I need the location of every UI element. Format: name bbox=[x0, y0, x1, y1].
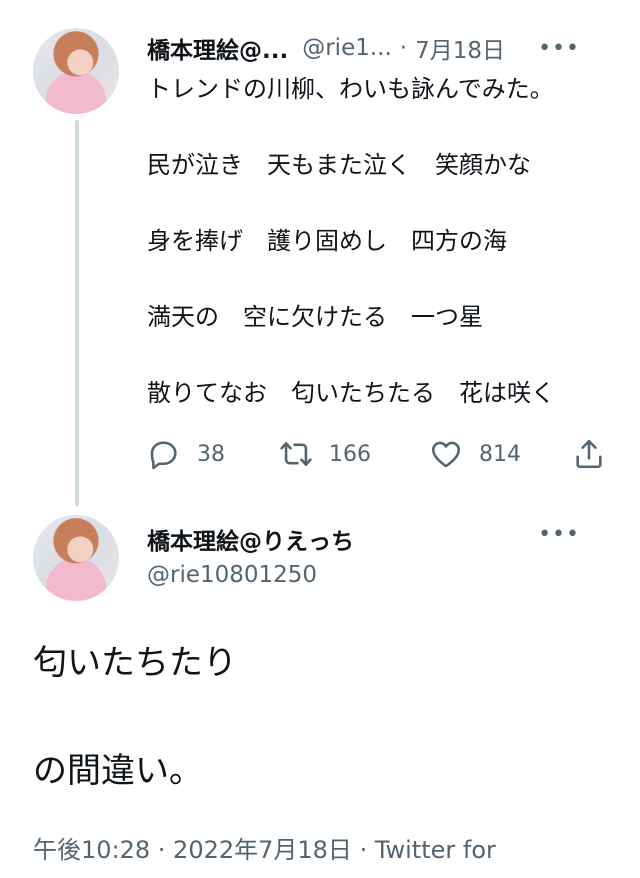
display-name[interactable]: 橋本理絵@りえっち bbox=[147, 529, 354, 555]
like-button[interactable]: 814 bbox=[429, 432, 521, 476]
tweet-actions: 38 166 814 bbox=[147, 432, 607, 476]
more-options-icon[interactable]: ••• bbox=[538, 36, 580, 61]
tweet-line: トレンドの川柳、わいも詠んでみた。 bbox=[147, 75, 554, 103]
speech-bubble-icon bbox=[150, 441, 177, 470]
tweet-text: 匂いたちたり の間違い。 bbox=[33, 636, 237, 798]
tweet-date[interactable]: 7月18日 bbox=[415, 31, 505, 65]
reply-button[interactable]: 38 bbox=[147, 432, 225, 476]
tweet-line: 満天の 空に欠けたる 一つ星 bbox=[147, 303, 483, 331]
more-options-icon[interactable]: ••• bbox=[538, 522, 580, 547]
tweet-header: 橋本理絵@りえっち ••• bbox=[147, 522, 610, 556]
like-count: 814 bbox=[479, 441, 521, 467]
heart-icon bbox=[431, 441, 461, 468]
tweet-line: の間違い。 bbox=[33, 751, 203, 791]
share-button[interactable] bbox=[572, 432, 606, 476]
tweet-line: 散りてなお 匂いたちたる 花は咲く bbox=[147, 379, 555, 407]
retweet-arrows-icon bbox=[280, 442, 312, 466]
thread-connector-line bbox=[75, 120, 79, 506]
reply-count: 38 bbox=[197, 441, 225, 467]
header-separator: · bbox=[399, 35, 408, 61]
tweet-timestamp-source[interactable]: 午後10:28 · 2022年7月18日 · Twitter for bbox=[33, 830, 496, 865]
tweet-line: 身を捧げ 護り固めし 四方の海 bbox=[147, 227, 507, 255]
user-handle[interactable]: @rie10801250 bbox=[147, 562, 317, 588]
avatar[interactable] bbox=[33, 515, 119, 601]
tweet-text: トレンドの川柳、わいも詠んでみた。 民が泣き 天もまた泣く 笑顔かな 身を捧げ … bbox=[147, 70, 617, 412]
tweet-header: 橋本理絵@... @rie1... · 7月18日 ••• bbox=[147, 32, 610, 64]
avatar[interactable] bbox=[33, 28, 119, 114]
tweet-line: 民が泣き 天もまた泣く 笑顔かな bbox=[147, 151, 531, 179]
display-name[interactable]: 橋本理絵@... bbox=[147, 31, 288, 65]
user-handle[interactable]: @rie1... bbox=[302, 35, 392, 61]
retweet-count: 166 bbox=[329, 441, 371, 467]
tweet-line: 匂いたちたり bbox=[33, 643, 237, 683]
retweet-button[interactable]: 166 bbox=[279, 432, 371, 476]
share-upload-icon bbox=[576, 439, 602, 469]
